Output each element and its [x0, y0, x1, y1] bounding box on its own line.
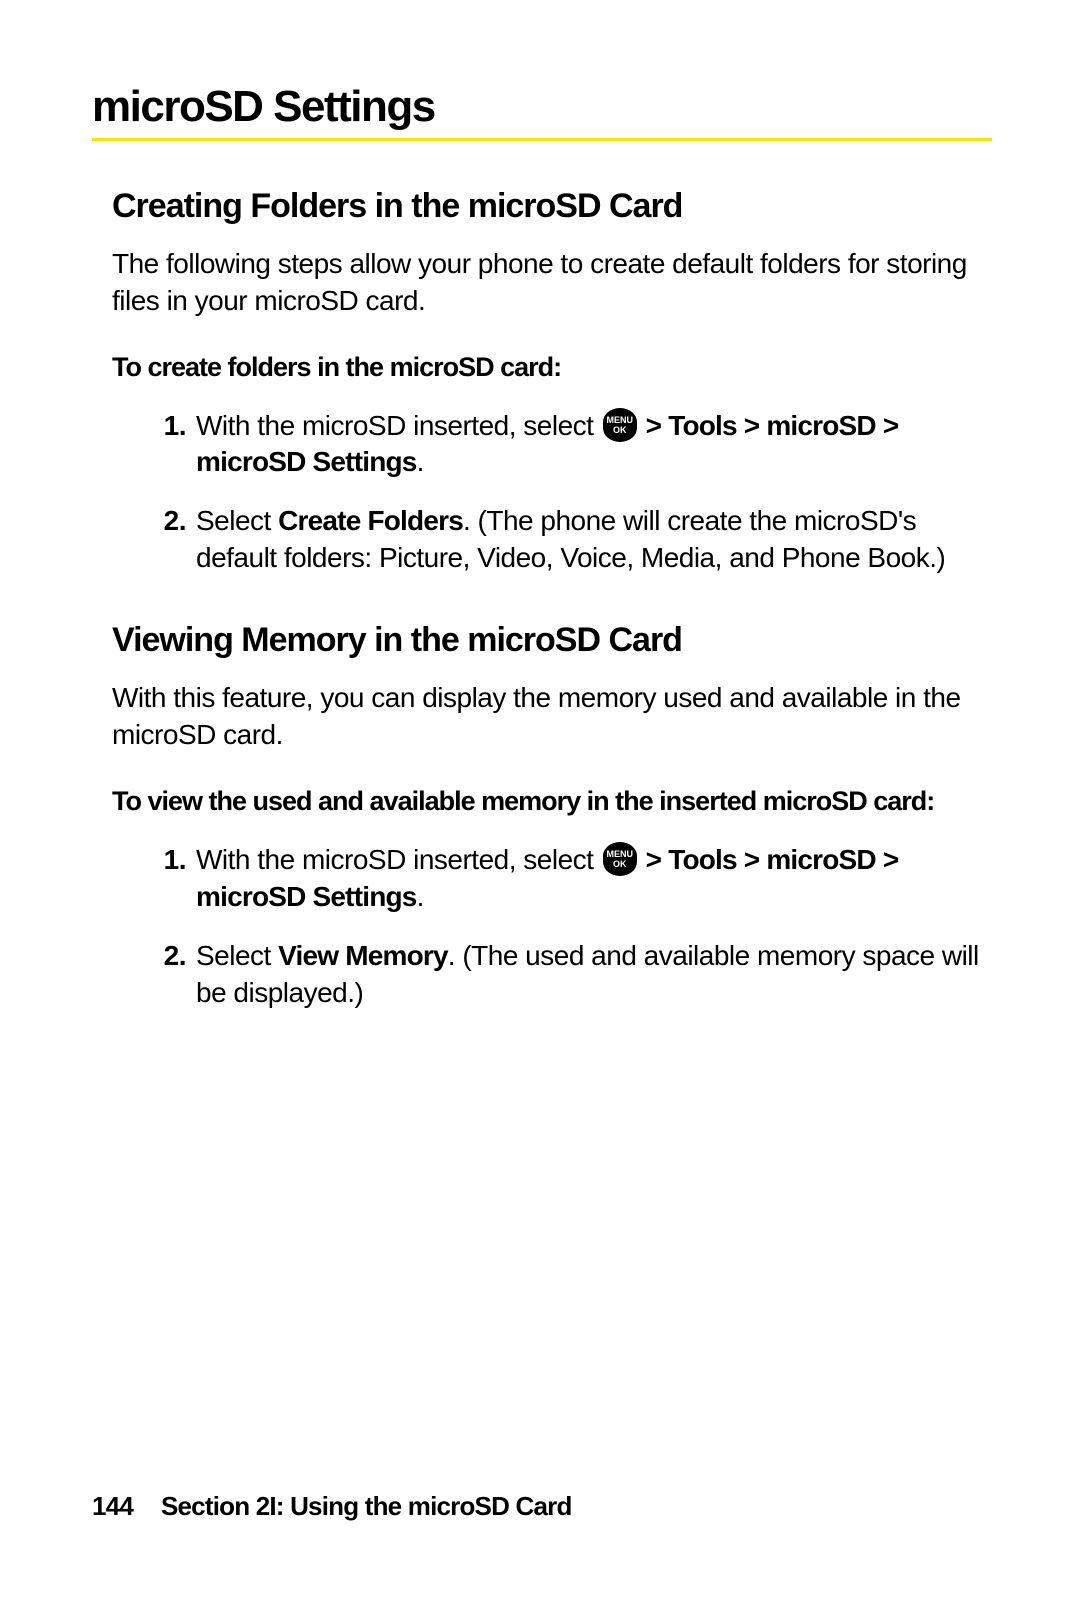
page-footer: 144 Section 2I: Using the microSD Card	[92, 1491, 572, 1522]
menu-bot-text: OK	[613, 859, 627, 869]
page-title: microSD Settings	[92, 82, 992, 141]
step2-pre: Select	[196, 505, 278, 536]
step1-pre: With the microSD inserted, select	[196, 410, 601, 441]
step-number: 2.	[152, 938, 196, 1012]
step-content: Select Create Folders. (The phone will c…	[196, 503, 992, 577]
step2-bold: Create Folders	[278, 505, 463, 536]
section1-step-1: 1. With the microSD inserted, select MEN…	[152, 408, 992, 482]
section2-instruction-label: To view the used and available memory in…	[112, 784, 992, 820]
menu-ok-icon: MENUOK	[603, 408, 637, 442]
step-content: Select View Memory. (The used and availa…	[196, 938, 992, 1012]
step-content: With the microSD inserted, select MENUOK…	[196, 842, 992, 916]
step-content: With the microSD inserted, select MENUOK…	[196, 408, 992, 482]
section2-intro: With this feature, you can display the m…	[112, 680, 992, 754]
footer-section-label: Section 2I: Using the microSD Card	[161, 1491, 572, 1521]
menu-top-text: MENU	[606, 415, 633, 425]
step-number: 1.	[152, 842, 196, 916]
menu-bot-text: OK	[613, 425, 627, 435]
step-number: 2.	[152, 503, 196, 577]
section-heading-creating-folders: Creating Folders in the microSD Card	[112, 187, 992, 226]
section2-step-1: 1. With the microSD inserted, select MEN…	[152, 842, 992, 916]
section-heading-viewing-memory: Viewing Memory in the microSD Card	[112, 621, 992, 660]
step-number: 1.	[152, 408, 196, 482]
section1-step-2: 2. Select Create Folders. (The phone wil…	[152, 503, 992, 577]
page-number: 144	[92, 1491, 133, 1521]
section2-step-2: 2. Select View Memory. (The used and ava…	[152, 938, 992, 1012]
menu-top-text: MENU	[606, 849, 633, 859]
section1-instruction-label: To create folders in the microSD card:	[112, 350, 992, 386]
step1-pre: With the microSD inserted, select	[196, 844, 601, 875]
nav-separator: >	[639, 844, 669, 875]
step-end: .	[417, 881, 424, 912]
step2-pre: Select	[196, 940, 278, 971]
nav-separator: >	[639, 410, 669, 441]
step-end: .	[417, 446, 424, 477]
section1-intro: The following steps allow your phone to …	[112, 246, 992, 320]
step2-bold: View Memory	[278, 940, 448, 971]
menu-ok-icon: MENUOK	[603, 842, 637, 876]
